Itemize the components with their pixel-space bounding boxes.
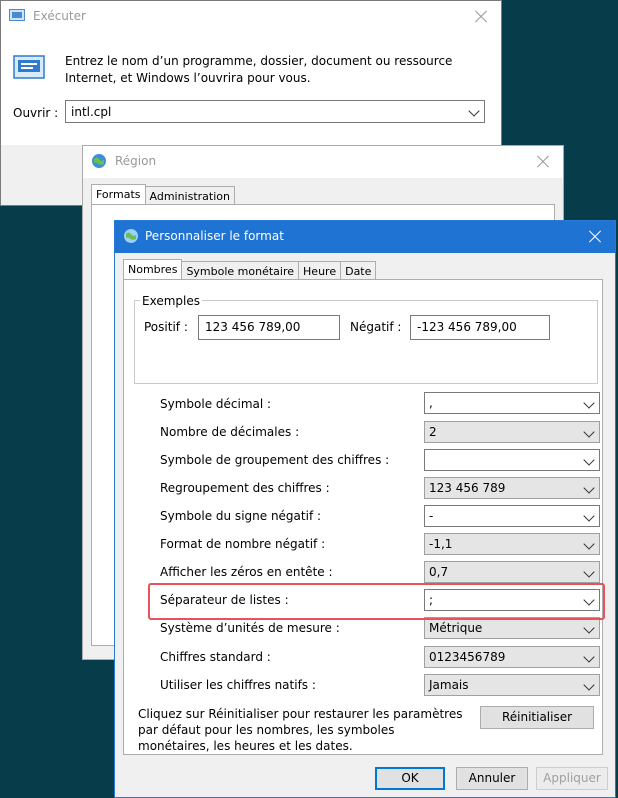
measurement-select[interactable]: Métrique [424,617,600,639]
region-titlebar: Région [83,146,563,178]
chevron-down-icon[interactable] [468,105,480,117]
ok-button[interactable]: OK [375,767,445,790]
decimals-count-select[interactable]: 2 [424,421,600,443]
positive-example-value: 123 456 789,00 [205,320,301,334]
cancel-button[interactable]: Annuler [456,767,528,790]
digit-grouping-select[interactable]: 123 456 789 [424,477,600,499]
chevron-down-icon[interactable] [583,538,595,550]
decimals-count-value[interactable]: 2 [429,425,437,439]
open-input-value[interactable]: intl.cpl [71,105,111,119]
chevron-down-icon[interactable] [583,397,595,409]
run-icon [9,9,25,21]
run-titlebar: Exécuter [1,1,501,33]
decimal-symbol-value[interactable]: , [429,396,433,410]
native-digits-value[interactable]: Jamais [429,678,469,692]
chevron-down-icon[interactable] [583,454,595,466]
row-label-standard-digits: Chiffres standard : [160,650,271,664]
row-label-negative-format: Format de nombre négatif : [160,537,326,551]
row-label-digit-grouping: Regroupement des chiffres : [160,481,330,495]
reset-info-text: Cliquez sur Réinitialiser pour restaurer… [138,707,463,753]
grouping-symbol-combobox[interactable] [424,449,600,471]
reset-button[interactable]: Réinitialiser [480,706,594,729]
standard-digits-select[interactable]: 0123456789 [424,646,600,668]
chevron-down-icon[interactable] [583,510,595,522]
globe-icon [124,229,138,243]
globe-icon [92,154,106,168]
negative-label: Négatif : [350,320,402,334]
measurement-value[interactable]: Métrique [429,621,482,635]
leading-zeros-select[interactable]: 0,7 [424,561,600,583]
positive-label: Positif : [144,320,188,334]
chevron-down-icon[interactable] [583,482,595,494]
run-program-icon [13,55,45,79]
negative-example-value: -123 456 789,00 [417,320,517,334]
row-label-leading-zeros: Afficher les zéros en entête : [160,565,333,579]
chevron-down-icon[interactable] [583,679,595,691]
chevron-down-icon[interactable] [583,566,595,578]
decimal-symbol-combobox[interactable]: , [424,392,600,414]
row-label-decimals-count: Nombre de décimales : [160,425,300,439]
chevron-down-icon[interactable] [583,426,595,438]
standard-digits-value[interactable]: 0123456789 [429,650,505,664]
examples-groupbox [134,300,598,384]
positive-example-field: 123 456 789,00 [198,315,340,340]
native-digits-select[interactable]: Jamais [424,674,600,696]
negative-format-select[interactable]: -1,1 [424,533,600,555]
chevron-down-icon[interactable] [583,622,595,634]
row-label-negative-sign: Symbole du signe négatif : [160,509,322,523]
open-combobox[interactable]: intl.cpl [65,100,485,123]
row-label-grouping-symbol: Symbole de groupement des chiffres : [160,453,390,467]
examples-title: Exemples [140,294,202,308]
digit-grouping-value[interactable]: 123 456 789 [429,481,505,495]
apply-button[interactable]: Appliquer [536,767,608,790]
custom-title: Personnaliser le format [145,229,284,243]
run-description: Entrez le nom d’un programme, dossier, d… [65,54,453,85]
chevron-down-icon[interactable] [583,651,595,663]
leading-zeros-value[interactable]: 0,7 [429,565,448,579]
region-title: Région [115,154,157,168]
row-label-native-digits: Utiliser les chiffres natifs : [160,678,316,692]
negative-example-field: -123 456 789,00 [410,315,550,340]
row-label-decimal: Symbole décimal : [160,397,272,411]
custom-titlebar: Personnaliser le format [115,221,615,253]
run-body [1,33,501,145]
negative-sign-value[interactable]: - [429,509,433,523]
row-label-measurement: Système d’unités de mesure : [160,621,340,635]
negative-sign-combobox[interactable]: - [424,505,600,527]
region-close-icon[interactable] [533,152,553,172]
list-separator-highlight [148,583,605,620]
run-title: Exécuter [33,9,86,23]
open-label: Ouvrir : [13,106,59,120]
custom-close-icon[interactable] [585,227,605,247]
negative-format-value[interactable]: -1,1 [429,537,452,551]
run-close-icon[interactable] [471,7,491,27]
